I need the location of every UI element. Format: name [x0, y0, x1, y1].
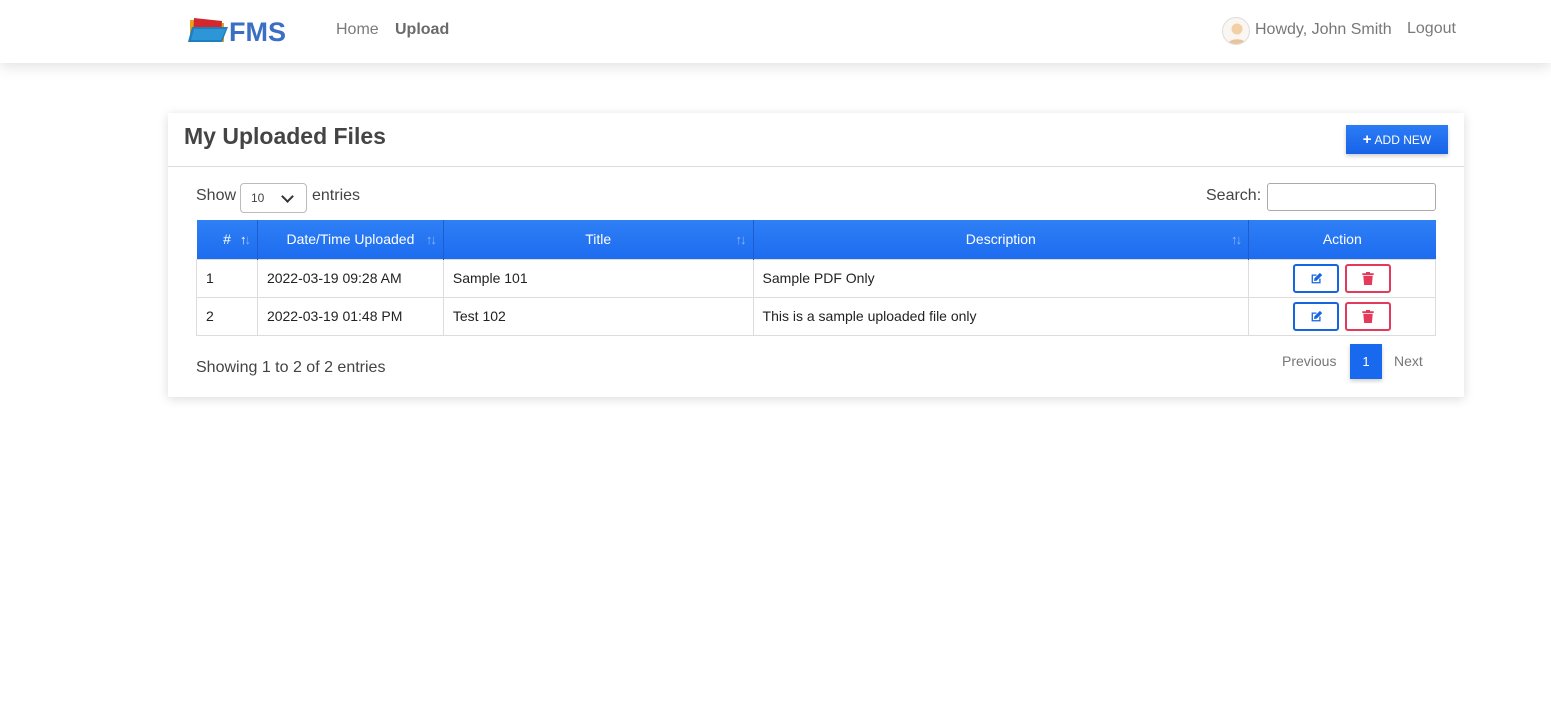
page-title: My Uploaded Files: [184, 123, 386, 149]
column-header-label: Title: [585, 231, 612, 248]
column-header-label: #: [223, 231, 231, 248]
column-header-datetime[interactable]: Date/Time Uploaded ↑↓: [257, 220, 444, 259]
cell-description: This is a sample uploaded file only: [752, 296, 1250, 336]
edit-icon: [1311, 272, 1322, 283]
cell-title: Test 102: [442, 296, 754, 336]
logo-text: FMS: [229, 17, 286, 47]
avatar-icon[interactable]: [1222, 17, 1250, 45]
sort-icon: ↑↓: [239, 232, 251, 247]
plus-icon: +: [1362, 131, 1372, 148]
table-header-row: # ↑↓ Date/Time Uploaded ↑↓ Title ↑↓ Desc…: [196, 220, 1436, 259]
edit-button[interactable]: [1293, 301, 1340, 331]
cell-datetime: 2022-03-19 09:28 AM: [256, 258, 444, 298]
show-label: Show: [196, 187, 237, 204]
pagination-previous[interactable]: Previous: [1282, 353, 1336, 369]
navbar: FMS Home Upload Howdy, John Smith Logout: [0, 0, 1551, 63]
column-header-action: Action: [1248, 220, 1436, 259]
table-info: Showing 1 to 2 of 2 entries: [196, 359, 386, 376]
entries-label: entries: [312, 187, 361, 204]
fms-logo[interactable]: FMS: [188, 14, 292, 50]
column-header-label: Date/Time Uploaded: [286, 231, 415, 248]
column-header-number[interactable]: # ↑↓: [196, 220, 258, 259]
sort-icon: ↑↓: [1231, 232, 1242, 247]
column-header-description[interactable]: Description ↑↓: [753, 220, 1250, 259]
cell-number: 2: [196, 296, 258, 336]
delete-button[interactable]: [1345, 263, 1391, 293]
page-length-value: 10: [251, 191, 265, 205]
table-row: 2 2022-03-19 01:48 PM Test 102 This is a…: [196, 296, 1436, 336]
column-header-label: Description: [965, 231, 1036, 248]
trash-icon: [1362, 309, 1374, 323]
edit-button[interactable]: [1293, 263, 1340, 293]
folder-logo-icon: FMS: [188, 17, 286, 47]
delete-button[interactable]: [1345, 301, 1391, 331]
logout-link[interactable]: Logout: [1407, 20, 1456, 38]
nav-upload-link[interactable]: Upload: [395, 21, 449, 39]
files-card: My Uploaded Files + ADD NEW Show 10 entr…: [168, 113, 1464, 397]
trash-icon: [1362, 271, 1374, 285]
add-new-button[interactable]: + ADD NEW: [1346, 125, 1448, 154]
page-length-select[interactable]: 10: [240, 183, 307, 213]
nav-home-link[interactable]: Home: [336, 21, 379, 39]
edit-icon: [1311, 310, 1322, 321]
cell-action: [1248, 296, 1436, 336]
cell-action: [1248, 258, 1436, 298]
cell-number: 1: [196, 258, 258, 298]
table-row: 1 2022-03-19 09:28 AM Sample 101 Sample …: [196, 258, 1436, 298]
add-new-label: ADD NEW: [1374, 132, 1432, 147]
sort-icon: ↑↓: [735, 232, 747, 247]
user-greeting[interactable]: Howdy, John Smith: [1255, 21, 1392, 39]
sort-icon: ↑↓: [425, 232, 437, 247]
pagination-page-1[interactable]: 1: [1350, 344, 1382, 379]
files-table: # ↑↓ Date/Time Uploaded ↑↓ Title ↑↓ Desc…: [196, 220, 1436, 336]
column-header-label: Action: [1322, 231, 1362, 248]
column-header-title[interactable]: Title ↑↓: [443, 220, 754, 259]
pagination-next[interactable]: Next: [1394, 353, 1423, 369]
search-input[interactable]: [1267, 183, 1436, 211]
card-header: My Uploaded Files + ADD NEW: [168, 113, 1464, 167]
chevron-down-icon: [281, 190, 294, 203]
cell-datetime: 2022-03-19 01:48 PM: [256, 296, 444, 336]
cell-description: Sample PDF Only: [752, 258, 1250, 298]
search-label: Search:: [1206, 187, 1262, 204]
cell-title: Sample 101: [442, 258, 754, 298]
